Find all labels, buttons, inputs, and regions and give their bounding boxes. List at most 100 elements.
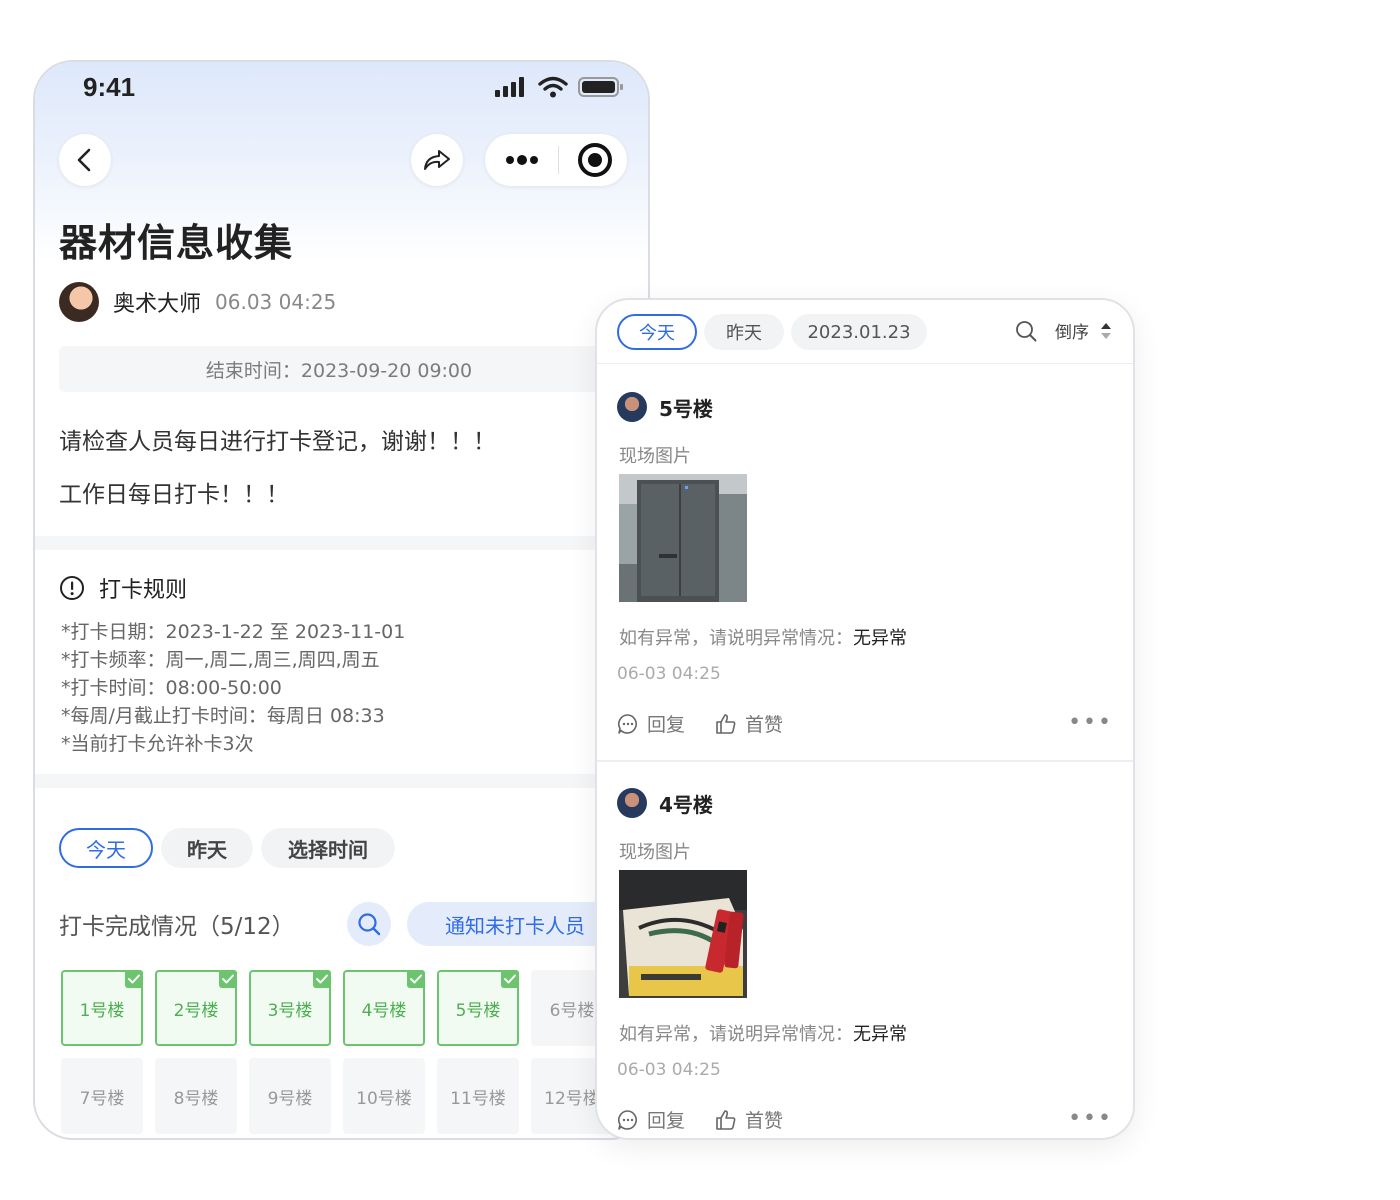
building-tile[interactable]: 2号楼 [155, 970, 237, 1046]
building-tile[interactable]: 9号楼 [249, 1058, 331, 1134]
building-label: 5号楼 [455, 1000, 501, 1021]
building-tile[interactable]: 3号楼 [249, 970, 331, 1046]
author-time: 06.03 04:25 [215, 290, 337, 314]
share-icon [424, 150, 450, 170]
feed-tab-today[interactable]: 今天 [617, 314, 697, 350]
checkmark-icon [501, 970, 519, 988]
status-time: 9:41 [83, 72, 136, 102]
post-author-name: 5号楼 [659, 396, 713, 421]
tab-select-time[interactable]: 选择时间 [261, 828, 395, 868]
building-tile[interactable]: 8号楼 [155, 1058, 237, 1134]
search-icon[interactable] [1015, 320, 1037, 342]
like-button[interactable]: 首赞 [715, 1106, 783, 1133]
post-time: 06-03 04:25 [617, 664, 721, 684]
building-label: 4号楼 [361, 1000, 407, 1021]
like-label: 首赞 [745, 1110, 784, 1132]
building-label: 12号楼 [544, 1088, 600, 1109]
rules-header: 打卡规则 [59, 572, 187, 604]
post-author: 4号楼 [617, 788, 713, 818]
comment-icon [617, 1109, 637, 1130]
reply-button[interactable]: 回复 [617, 710, 685, 737]
thumbs-up-icon [716, 713, 736, 734]
tab-today[interactable]: 今天 [59, 828, 153, 868]
site-photo[interactable] [619, 474, 747, 602]
abnormal-label: 如有异常，请说明异常情况： [619, 1024, 853, 1045]
feed-tab-yesterday[interactable]: 昨天 [704, 314, 784, 350]
mini-program-capsule [485, 134, 627, 186]
building-tile[interactable]: 4号楼 [343, 970, 425, 1046]
status-bar: 9:41 [35, 62, 648, 118]
more-options-icon[interactable]: ••• [1068, 1106, 1113, 1131]
building-tile[interactable]: 1号楼 [61, 970, 143, 1046]
checkin-feed-card: 今天 昨天 2023.01.23 倒序 5号楼 现场图片 如有异常，请说明异常情… [595, 298, 1135, 1140]
checkmark-icon [219, 970, 237, 988]
reply-button[interactable]: 回复 [617, 1106, 685, 1133]
notice-line: 工作日每日打卡！！！ [59, 482, 289, 508]
avatar[interactable] [59, 282, 99, 322]
sort-control[interactable]: 倒序 [1015, 318, 1113, 343]
more-options-icon[interactable]: ••• [1068, 710, 1113, 735]
post-time: 06-03 04:25 [617, 1060, 721, 1080]
building-label: 8号楼 [173, 1088, 219, 1109]
field-label: 现场图片 [619, 446, 691, 467]
status-icons [494, 76, 624, 98]
rule-line: *每周/月截止打卡时间：每周日 08:33 [61, 705, 385, 727]
capsule-separator [557, 146, 559, 174]
rule-line: *打卡时间：08:00-50:00 [61, 677, 282, 699]
share-button[interactable] [411, 134, 463, 186]
reply-label: 回复 [647, 714, 686, 736]
page-title: 器材信息收集 [59, 221, 294, 265]
checkin-stats-title: 打卡完成情况（5/12） [59, 914, 295, 940]
like-button[interactable]: 首赞 [715, 710, 783, 737]
search-icon [358, 913, 381, 936]
building-label: 9号楼 [267, 1088, 313, 1109]
rule-line: *打卡频率：周一,周二,周三,周四,周五 [61, 649, 380, 671]
tab-yesterday[interactable]: 昨天 [161, 828, 253, 868]
close-target-icon[interactable] [577, 142, 613, 178]
checkmark-icon [125, 970, 143, 988]
building-label: 10号楼 [356, 1088, 412, 1109]
battery-icon [578, 77, 623, 97]
feed-post: 4号楼 现场图片 如有异常，请说明异常情况：无异常 06-03 04:25 回复… [597, 760, 1133, 1138]
abnormal-row: 如有异常，请说明异常情况：无异常 [619, 624, 907, 650]
section-divider [35, 536, 648, 550]
sort-label: 倒序 [1055, 323, 1089, 343]
building-label: 2号楼 [173, 1000, 219, 1021]
wifi-icon [538, 76, 568, 98]
notice-line: 请检查人员每日进行打卡登记，谢谢！！！ [59, 429, 496, 455]
back-button[interactable] [59, 134, 111, 186]
building-label: 7号楼 [79, 1088, 125, 1109]
avatar[interactable] [617, 788, 647, 818]
feed-post: 5号楼 现场图片 如有异常，请说明异常情况：无异常 06-03 04:25 回复… [597, 366, 1133, 756]
building-tile[interactable]: 7号楼 [61, 1058, 143, 1134]
post-actions: 回复 首赞 [617, 1106, 813, 1133]
end-time-bar: 结束时间：2023-09-20 09:00 [59, 346, 619, 392]
author-row: 奥术大师 06.03 04:25 [59, 282, 336, 322]
post-author: 5号楼 [617, 392, 713, 422]
feed-tab-date[interactable]: 2023.01.23 [791, 314, 927, 350]
feed-tab-bar: 今天 昨天 2023.01.23 倒序 [597, 300, 1133, 364]
abnormal-value: 无异常 [853, 628, 907, 649]
search-button[interactable] [347, 902, 391, 946]
building-label: 6号楼 [549, 1000, 595, 1021]
avatar[interactable] [617, 392, 647, 422]
checkmark-icon [313, 970, 331, 988]
abnormal-value: 无异常 [853, 1024, 907, 1045]
comment-icon [617, 713, 637, 734]
building-tile[interactable]: 5号楼 [437, 970, 519, 1046]
building-label: 1号楼 [79, 1000, 125, 1021]
building-tile[interactable]: 10号楼 [343, 1058, 425, 1134]
building-tile[interactable]: 11号楼 [437, 1058, 519, 1134]
building-label: 3号楼 [267, 1000, 313, 1021]
field-label: 现场图片 [619, 842, 691, 863]
signal-icon [495, 77, 524, 97]
section-divider [35, 774, 648, 788]
checkmark-icon [407, 970, 425, 988]
more-dots-icon[interactable] [505, 154, 539, 166]
rule-line: *打卡日期：2023-1-22 至 2023-11-01 [61, 621, 406, 643]
phone-screen: 9:41 器材信息收集 奥术大师 06.03 04:25 结束时间：2023-0… [33, 60, 650, 1140]
info-icon [60, 576, 84, 600]
author-name: 奥术大师 [113, 292, 202, 317]
rules-title: 打卡规则 [99, 578, 188, 603]
site-photo[interactable] [619, 870, 747, 998]
